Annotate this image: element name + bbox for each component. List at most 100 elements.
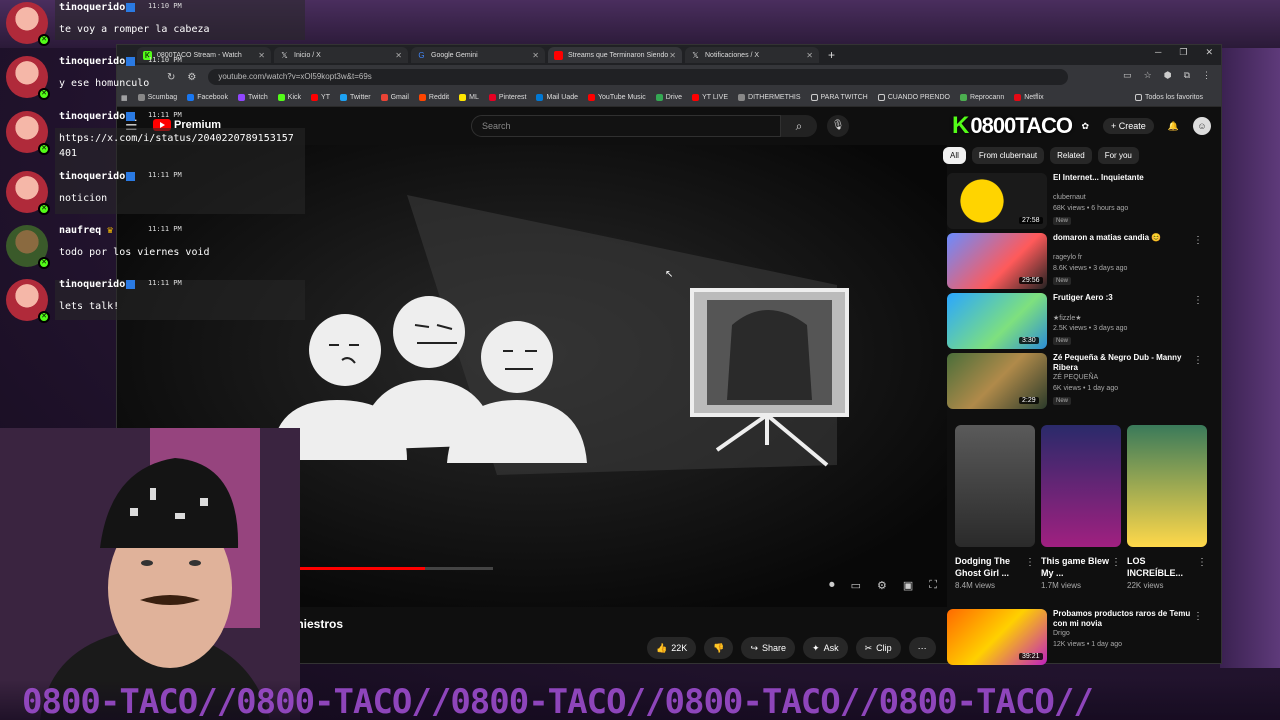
bookmark[interactable]: Reddit [418,94,449,101]
short-item[interactable]: Dodging The Ghost Girl ... 8.4M views ⋮ [955,425,1035,590]
short-thumbnail [1041,425,1121,547]
recommendation-item[interactable]: 2:29 Zé Pequeña & Negro Dub - Manny Ribe… [947,353,1217,411]
settings-icon[interactable]: ⚙ [877,579,887,592]
chip-related[interactable]: Related [1050,147,1092,164]
shorts-shelf: Dodging The Ghost Girl ... 8.4M views ⋮ … [955,425,1207,590]
verified-icon: ✕ [38,257,50,269]
bookmark[interactable]: YT LIVE [692,94,728,101]
bookmark[interactable]: ML [459,94,479,101]
extension-icon[interactable]: ⬢ [1164,70,1172,81]
fullscreen-icon[interactable]: ⛶ [929,579,937,592]
star-icon[interactable]: ☆ [1144,70,1152,81]
room-wall [1220,48,1280,668]
close-icon[interactable]: ✕ [395,51,402,60]
tab-x-notifications[interactable]: 𝕏 Notificaciones / X ✕ [685,47,819,63]
browser-actions: ▭ ☆ ⬢ ⧉ ⋮ [1123,70,1211,81]
bookmark-folder[interactable]: PARA TWITCH [810,94,868,101]
clip-button[interactable]: ✂ Clip [855,637,901,659]
bookmark[interactable]: DITHERMETHIS [738,94,801,101]
bookmark[interactable]: Mail Uade [536,94,578,101]
bookmark[interactable]: YouTube Music [588,94,646,101]
google-icon: G [418,50,425,60]
streamer-camera [0,428,300,720]
more-options-icon[interactable]: ⋮ [1193,355,1203,366]
recommendation-item[interactable]: 3:30 Frutiger Aero :3 ★fizzle★ 2.5K view… [947,293,1217,351]
restore-icon[interactable]: ❐ [1179,47,1187,58]
avatar[interactable]: ☺ [1193,117,1211,135]
search-input[interactable]: Search [471,115,781,137]
share-button[interactable]: ↪ Share [741,637,796,659]
bookmark-folder[interactable]: CUANDO PRENDO [877,94,950,101]
video-actions: 👍 22K 👎 ↪ Share ✦ Ask ✂ Clip ⋯ [647,637,936,659]
bell-icon[interactable]: 🔔 [1168,121,1179,132]
tab-youtube[interactable]: Streams que Terminaron Siendo ✕ [548,47,682,63]
short-thumbnail [955,425,1035,547]
chip-for-you[interactable]: For you [1097,147,1139,164]
bookmark[interactable]: Reprocann [959,94,1004,101]
chat-message: ✕ naufreq ♛ 11:11 PM todo por los vierne… [0,225,310,279]
bookmark[interactable]: Gmail [380,94,409,101]
url-field[interactable]: youtube.com/watch?v=xOl59kopt3w&t=69s [208,69,1069,85]
extension-icon[interactable]: ✿ [1081,121,1089,132]
menu-dots-icon[interactable]: ⋮ [1202,70,1211,81]
verified-icon: ✕ [38,34,50,46]
chat-message: ✕ tinoquerido 11:10 PM te voy a romper l… [0,2,310,56]
miniplayer-icon[interactable]: ▣ [903,579,913,592]
more-options-icon[interactable]: ⋮ [1193,295,1203,306]
bookmark[interactable]: Drive [655,94,682,101]
ask-button[interactable]: ✦ Ask [803,637,848,659]
autoplay-toggle[interactable]: ⏺ [829,579,835,592]
filter-chips: All From clubernaut Related For you [943,147,1139,164]
cast-icon[interactable]: ▭ [1123,70,1132,81]
recommendation-item[interactable]: 39:21 Probamos productos raros de Temu c… [947,609,1217,667]
short-item[interactable]: This game Blew My ... 1.7M views ⋮ [1041,425,1121,590]
dislike-button[interactable]: 👎 [704,637,734,659]
search-icon[interactable]: ⌕ [781,115,817,137]
tab-gemini[interactable]: G Google Gemini ✕ [411,47,545,63]
puzzle-icon[interactable]: ⧉ [1184,70,1190,81]
close-icon[interactable]: ✕ [806,51,813,60]
svg-text:↖: ↖ [665,269,673,280]
verified-icon: ✕ [38,311,50,323]
ticker-banner: 0800-TACO//0800-TACO//0800-TACO//0800-TA… [0,680,1280,720]
new-tab-button[interactable]: + [828,48,835,62]
more-options-icon[interactable]: ⋮ [1111,557,1121,568]
youtube-icon [554,50,563,60]
chat-message: ✕ tinoquerido 11:11 PM noticion [0,171,310,225]
recommendation-item[interactable]: 27:58 El Internet... Inquietante clubern… [947,173,1217,231]
more-options-icon[interactable]: ⋮ [1193,235,1203,246]
player-controls: ⏺ ▭ ⚙ ▣ ⛶ [829,579,937,592]
close-icon[interactable]: ✕ [532,51,539,60]
webcam-feed [0,428,300,720]
captions-icon[interactable]: ▭ [851,579,861,592]
more-options-icon[interactable]: ⋮ [1025,557,1035,568]
short-item[interactable]: LOS INCREÍBLE... 22K views ⋮ [1127,425,1207,590]
close-icon[interactable]: ✕ [669,51,676,60]
bookmark[interactable]: Pinterest [488,94,526,101]
like-button[interactable]: 👍 22K [647,637,697,659]
stream-brand: K0800TACO [952,112,1073,139]
verified-icon: ✕ [38,143,50,155]
verified-icon: ✕ [38,203,50,215]
chip-from-channel[interactable]: From clubernaut [971,147,1045,164]
close-window-icon[interactable]: ✕ [1205,47,1213,58]
chat-message: ✕ tinoquerido 11:11 PM lets talk! [0,279,310,333]
bookmark[interactable]: Netflix [1014,94,1044,101]
recommendation-item[interactable]: 29:56 domaron a matias candia 😊 rageylo … [947,233,1217,291]
create-button[interactable]: + Create [1103,118,1154,134]
minimize-icon[interactable]: ─ [1155,47,1161,58]
x-icon: 𝕏 [692,50,699,60]
bookmark[interactable]: YT [311,94,330,101]
bookmark[interactable]: Twitter [339,94,371,101]
all-bookmarks[interactable]: Todos los favoritos [1135,94,1203,101]
progress-bar[interactable] [267,567,493,570]
verified-icon: ✕ [38,88,50,100]
more-options-icon[interactable]: ⋮ [1193,611,1203,622]
stream-scene: K 0800TACO Stream - Watch ✕ 𝕏 Inicio / X ✕ G… [0,0,1280,720]
mic-icon[interactable]: 🎙 [827,115,849,137]
kick-icon: K [952,112,969,139]
more-options-icon[interactable]: ⋮ [1197,557,1207,568]
header-actions: ✿ + Create 🔔 ☺ [1081,117,1211,135]
more-button[interactable]: ⋯ [908,637,936,659]
chip-all[interactable]: All [943,147,966,164]
